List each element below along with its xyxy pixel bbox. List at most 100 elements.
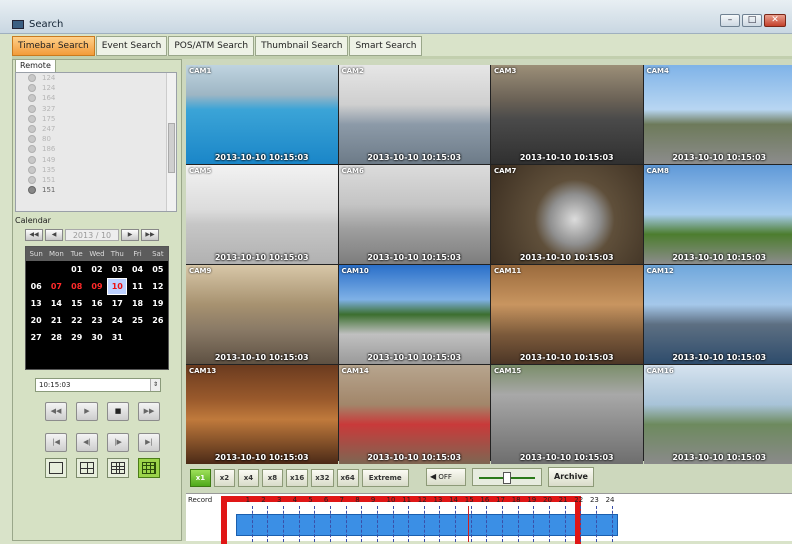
calendar-day[interactable]: 06 <box>26 278 46 295</box>
prev-year-button[interactable]: ◀◀ <box>25 229 43 241</box>
calendar-day[interactable]: 25 <box>127 312 147 329</box>
volume-slider[interactable] <box>472 468 542 486</box>
camera-view[interactable]: CAM22013-10-10 10:15:03 <box>339 65 491 164</box>
calendar-day[interactable]: 28 <box>46 329 66 346</box>
calendar-day[interactable]: 13 <box>26 295 46 312</box>
remote-item[interactable]: 124 <box>16 73 176 83</box>
layout-9-button[interactable] <box>107 458 129 478</box>
close-button[interactable]: ✕ <box>764 14 786 27</box>
camera-view[interactable]: CAM42013-10-10 10:15:03 <box>644 65 792 164</box>
calendar-day[interactable]: 08 <box>67 278 87 295</box>
calendar-day[interactable]: 24 <box>107 312 127 329</box>
tab-thumbnail-search[interactable]: Thumbnail Search <box>255 36 348 56</box>
volume-knob[interactable] <box>503 472 511 484</box>
remote-item[interactable]: 80 <box>16 134 176 144</box>
calendar-day[interactable]: 02 <box>87 261 107 278</box>
calendar-day[interactable]: 27 <box>26 329 46 346</box>
calendar-day[interactable]: 15 <box>67 295 87 312</box>
calendar-day[interactable]: 22 <box>67 312 87 329</box>
camera-view[interactable]: CAM92013-10-10 10:15:03 <box>186 265 338 364</box>
remote-item[interactable]: 124 <box>16 83 176 93</box>
calendar-day[interactable]: 21 <box>46 312 66 329</box>
speed-button[interactable]: x1 <box>190 469 211 487</box>
remote-item[interactable]: 164 <box>16 93 176 103</box>
next-year-button[interactable]: ▶▶ <box>141 229 159 241</box>
speed-button[interactable]: x16 <box>286 469 308 487</box>
calendar-day[interactable]: 04 <box>127 261 147 278</box>
speed-button[interactable]: x64 <box>337 469 359 487</box>
prev-month-button[interactable]: ◀ <box>45 229 63 241</box>
go-first-button[interactable]: |◀ <box>45 433 67 452</box>
calendar-day[interactable]: 07 <box>46 278 66 295</box>
calendar-day[interactable]: 16 <box>87 295 107 312</box>
camera-view[interactable]: CAM142013-10-10 10:15:03 <box>339 365 491 464</box>
tab-pos-atm-search[interactable]: POS/ATM Search <box>168 36 254 56</box>
remote-item[interactable]: 175 <box>16 114 176 124</box>
step-back-button[interactable]: ◀| <box>76 433 98 452</box>
tab-event-search[interactable]: Event Search <box>96 36 168 56</box>
calendar-day[interactable]: 10 <box>107 278 127 295</box>
calendar-day[interactable]: 31 <box>107 329 127 346</box>
speed-button[interactable]: Extreme <box>362 469 409 487</box>
layout-4-button[interactable] <box>76 458 98 478</box>
next-month-button[interactable]: ▶ <box>121 229 139 241</box>
camera-view[interactable]: CAM132013-10-10 10:15:03 <box>186 365 338 464</box>
camera-view[interactable]: CAM62013-10-10 10:15:03 <box>339 165 491 264</box>
tab-smart-search[interactable]: Smart Search <box>349 36 422 56</box>
camera-view[interactable]: CAM12013-10-10 10:15:03 <box>186 65 338 164</box>
archive-button[interactable]: Archive <box>548 467 594 487</box>
camera-view[interactable]: CAM162013-10-10 10:15:03 <box>644 365 792 464</box>
calendar-day[interactable]: 05 <box>148 261 168 278</box>
camera-view[interactable]: CAM112013-10-10 10:15:03 <box>491 265 643 364</box>
speed-button[interactable]: x4 <box>238 469 259 487</box>
remote-item[interactable]: 186 <box>16 144 176 154</box>
calendar-day[interactable]: 11 <box>127 278 147 295</box>
timeline[interactable]: Record 123456789101112131415161718192021… <box>186 493 792 541</box>
calendar-day[interactable]: 20 <box>26 312 46 329</box>
step-forward-button[interactable]: |▶ <box>107 433 129 452</box>
calendar-day[interactable]: 29 <box>67 329 87 346</box>
calendar-day[interactable]: 09 <box>87 278 107 295</box>
fast-forward-button[interactable]: ▶▶ <box>138 402 160 421</box>
tab-timebar-search[interactable]: Timebar Search <box>12 36 95 56</box>
remote-item[interactable]: 151 <box>16 175 176 185</box>
speed-button[interactable]: x32 <box>311 469 333 487</box>
minimize-button[interactable]: – <box>720 14 740 27</box>
time-input[interactable]: 10:15:03 ⇕ <box>35 378 161 392</box>
rewind-button[interactable]: ◀◀ <box>45 402 67 421</box>
calendar-day[interactable]: 14 <box>46 295 66 312</box>
remote-scrollbar[interactable] <box>166 73 176 211</box>
play-button[interactable]: ▶ <box>76 402 98 421</box>
calendar-day[interactable]: 18 <box>127 295 147 312</box>
calendar-day[interactable]: 01 <box>67 261 87 278</box>
calendar-day[interactable]: 23 <box>87 312 107 329</box>
remote-item[interactable]: 151 <box>16 185 176 195</box>
camera-view[interactable]: CAM102013-10-10 10:15:03 <box>339 265 491 364</box>
stop-button[interactable]: ■ <box>107 402 129 421</box>
calendar-day[interactable]: 30 <box>87 329 107 346</box>
camera-view[interactable]: CAM72013-10-10 10:15:03 <box>491 165 643 264</box>
remote-site-list[interactable]: 124 124 164 327 175 247 80 186 149 135 1… <box>15 72 177 212</box>
go-last-button[interactable]: ▶| <box>138 433 160 452</box>
camera-view[interactable]: CAM52013-10-10 10:15:03 <box>186 165 338 264</box>
speed-button[interactable]: x8 <box>262 469 283 487</box>
camera-view[interactable]: CAM152013-10-10 10:15:03 <box>491 365 643 464</box>
calendar-day[interactable]: 03 <box>107 261 127 278</box>
camera-view[interactable]: CAM122013-10-10 10:15:03 <box>644 265 792 364</box>
maximize-button[interactable]: □ <box>742 14 762 27</box>
camera-view[interactable]: CAM82013-10-10 10:15:03 <box>644 165 792 264</box>
speed-button[interactable]: x2 <box>214 469 235 487</box>
scroll-thumb[interactable] <box>168 123 175 173</box>
remote-tab[interactable]: Remote <box>15 59 56 72</box>
remote-item[interactable]: 247 <box>16 124 176 134</box>
remote-item[interactable]: 135 <box>16 165 176 175</box>
calendar-day[interactable]: 12 <box>148 278 168 295</box>
remote-item[interactable]: 149 <box>16 155 176 165</box>
calendar-day[interactable]: 26 <box>148 312 168 329</box>
time-spinner[interactable]: ⇕ <box>150 379 160 391</box>
calendar-day[interactable]: 19 <box>148 295 168 312</box>
layout-16-button[interactable] <box>138 458 160 478</box>
camera-view[interactable]: CAM32013-10-10 10:15:03 <box>491 65 643 164</box>
remote-item[interactable]: 327 <box>16 104 176 114</box>
layout-1-button[interactable] <box>45 458 67 478</box>
